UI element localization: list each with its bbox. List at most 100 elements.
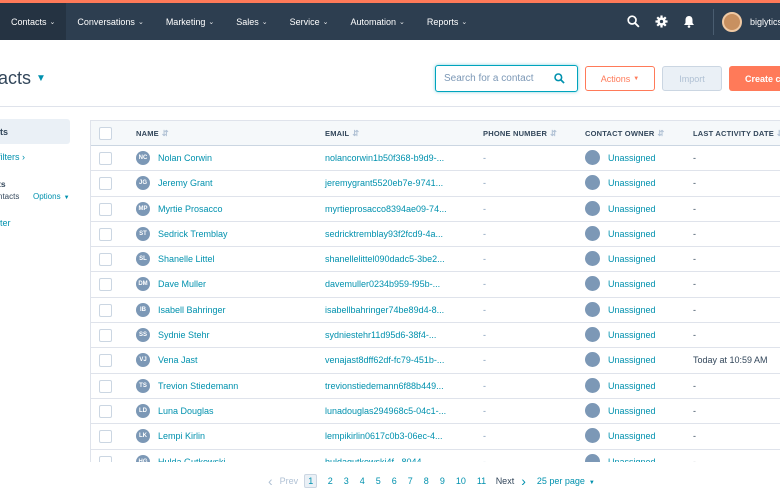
contact-name-link[interactable]: Dave Muller	[158, 279, 206, 289]
contact-owner-link[interactable]: Unassigned	[608, 229, 656, 239]
contact-name-link[interactable]: Nolan Corwin	[158, 153, 212, 163]
column-header-email[interactable]: EMAIL ⇵	[325, 129, 359, 138]
contact-email-link[interactable]: shanellelittel090dadc5-3be2...	[325, 254, 445, 264]
nav-sales[interactable]: Sales ⌄	[225, 3, 278, 40]
row-checkbox[interactable]	[99, 177, 112, 191]
column-header-owner[interactable]: CONTACT OWNER ⇵	[585, 129, 664, 138]
row-checkbox[interactable]	[99, 202, 112, 216]
per-page-dropdown[interactable]: 25 per page ▼	[537, 476, 595, 486]
row-checkbox[interactable]	[99, 379, 112, 393]
contact-owner-link[interactable]: Unassigned	[608, 457, 656, 462]
table-row[interactable]: LK Lempi Kirlin lempikirlin0617c0b3-06ec-4…	[91, 424, 780, 450]
row-checkbox[interactable]	[99, 303, 112, 317]
table-row[interactable]: ST Sedrick Tremblay sedricktremblay93f2fcd…	[91, 222, 780, 248]
page-number-button[interactable]: 6	[386, 476, 402, 486]
table-row[interactable]: JG Jeremy Grant jeremygrant5520eb7e-9741..…	[91, 171, 780, 197]
contact-owner-link[interactable]: Unassigned	[608, 355, 656, 365]
contact-email-link[interactable]: sedricktremblay93f2fcd9-4a...	[325, 229, 443, 239]
row-checkbox[interactable]	[99, 430, 112, 444]
options-dropdown[interactable]: Options ▼	[33, 192, 70, 201]
contact-name-link[interactable]: Vena Jast	[158, 355, 198, 365]
contact-email-link[interactable]: huldagutkowski4f...8044...	[325, 457, 429, 462]
row-checkbox[interactable]	[99, 152, 112, 165]
chevron-left-icon[interactable]: ‹	[265, 473, 276, 489]
saved-filters-link[interactable]: filters ›	[0, 152, 25, 162]
create-contact-button[interactable]: Create co	[729, 66, 780, 91]
contact-name-link[interactable]: Jeremy Grant	[158, 178, 213, 188]
table-row[interactable]: TS Trevion Stiedemann trevionstiedemann6f8…	[91, 374, 780, 399]
search-icon[interactable]	[554, 73, 565, 84]
page-number-button[interactable]: 11	[471, 476, 491, 486]
contact-email-link[interactable]: isabellbahringer74be89d4-8...	[325, 305, 444, 315]
nav-reports[interactable]: Reports ⌄	[416, 3, 478, 40]
contact-owner-link[interactable]: Unassigned	[608, 178, 656, 188]
row-checkbox[interactable]	[99, 227, 112, 241]
search-input[interactable]	[444, 73, 554, 84]
nav-service[interactable]: Service ⌄	[279, 3, 340, 40]
user-avatar[interactable]	[722, 11, 742, 32]
table-row[interactable]: NC Nolan Corwin nolancorwin1b50f368-b9d9-.…	[91, 146, 780, 172]
contact-owner-link[interactable]: Unassigned	[608, 153, 656, 163]
select-all-checkbox[interactable]	[99, 127, 112, 140]
column-header-phone[interactable]: PHONE NUMBER ⇵	[483, 129, 557, 138]
table-row[interactable]: HG Hulda Gutkowski huldagutkowski4f...8044…	[91, 450, 780, 462]
contact-owner-link[interactable]: Unassigned	[608, 330, 656, 340]
contact-email-link[interactable]: trevionstiedemann6f88b449...	[325, 381, 444, 391]
row-checkbox[interactable]	[99, 354, 112, 368]
contact-email-link[interactable]: lempikirlin0617c0b3-06ec-4...	[325, 431, 443, 441]
page-number-button[interactable]: 10	[450, 476, 471, 486]
page-number-button[interactable]: 5	[370, 476, 386, 486]
table-row[interactable]: SL Shanelle Littel shanellelittel090dadc5-…	[91, 247, 780, 273]
table-row[interactable]: SS Sydnie Stehr sydniestehr11d95d6-38f4-..…	[91, 323, 780, 349]
contact-name-link[interactable]: Hulda Gutkowski	[158, 457, 226, 462]
actions-button[interactable]: Actions ▼	[585, 66, 655, 91]
nav-automation[interactable]: Automation ⌄	[339, 3, 415, 40]
column-header-last-activity[interactable]: LAST ACTIVITY DATE⇵	[693, 129, 780, 138]
page-number-button[interactable]: 3	[338, 476, 354, 486]
contact-name-link[interactable]: Shanelle Littel	[158, 254, 215, 264]
contact-email-link[interactable]: myrtieprosacco8394ae09-74...	[325, 204, 447, 214]
gear-icon[interactable]	[647, 3, 675, 40]
import-button[interactable]: Import	[662, 66, 722, 91]
contact-name-link[interactable]: Luna Douglas	[158, 406, 214, 416]
contact-name-link[interactable]: Sedrick Tremblay	[158, 229, 228, 239]
add-filter-link[interactable]: lter	[0, 218, 11, 228]
contact-owner-link[interactable]: Unassigned	[608, 279, 656, 289]
contact-email-link[interactable]: venajast8dff62df-fc79-451b-...	[325, 355, 444, 365]
nav-conversations[interactable]: Conversations ⌄	[66, 3, 154, 40]
next-page-button[interactable]: Next	[492, 476, 519, 486]
account-name[interactable]: biglytics	[750, 17, 780, 27]
prev-page-button[interactable]: Prev	[276, 476, 303, 486]
contact-owner-link[interactable]: Unassigned	[608, 431, 656, 441]
table-row[interactable]: LD Luna Douglas lunadouglas294968c5-04c1-.…	[91, 399, 780, 425]
contact-search-field[interactable]	[435, 65, 578, 92]
table-row[interactable]: MP Myrtie Prosacco myrtieprosacco8394ae09-…	[91, 197, 780, 222]
row-checkbox[interactable]	[99, 253, 112, 267]
row-checkbox[interactable]	[99, 404, 112, 418]
contact-owner-link[interactable]: Unassigned	[608, 204, 656, 214]
chevron-right-icon[interactable]: ›	[518, 473, 529, 489]
contact-name-link[interactable]: Lempi Kirlin	[158, 431, 205, 441]
page-number-button[interactable]: 2	[322, 476, 338, 486]
nav-contacts[interactable]: Contacts ⌄	[0, 3, 67, 40]
row-checkbox[interactable]	[99, 455, 112, 462]
contact-owner-link[interactable]: Unassigned	[608, 305, 656, 315]
row-checkbox[interactable]	[99, 278, 112, 292]
contact-owner-link[interactable]: Unassigned	[608, 254, 656, 264]
contact-email-link[interactable]: lunadouglas294968c5-04c1-...	[325, 406, 446, 416]
contact-email-link[interactable]: davemuller0234b959-f95b-...	[325, 279, 440, 289]
page-number-button[interactable]: 1	[304, 474, 318, 488]
contact-name-link[interactable]: Isabell Bahringer	[158, 305, 226, 315]
contact-email-link[interactable]: sydniestehr11d95d6-38f4-...	[325, 330, 436, 340]
sidebar-item-all-contacts[interactable]: ts	[0, 119, 70, 144]
contact-email-link[interactable]: jeremygrant5520eb7e-9741...	[325, 178, 443, 188]
contact-name-link[interactable]: Trevion Stiedemann	[158, 381, 238, 391]
search-icon[interactable]	[619, 3, 647, 40]
page-number-button[interactable]: 4	[354, 476, 370, 486]
bell-icon[interactable]	[675, 3, 703, 40]
row-checkbox[interactable]	[99, 329, 112, 343]
page-title[interactable]: acts ▼	[0, 68, 46, 89]
nav-marketing[interactable]: Marketing ⌄	[155, 3, 225, 40]
contact-email-link[interactable]: nolancorwin1b50f368-b9d9-...	[325, 153, 444, 163]
contact-name-link[interactable]: Sydnie Stehr	[158, 330, 210, 340]
